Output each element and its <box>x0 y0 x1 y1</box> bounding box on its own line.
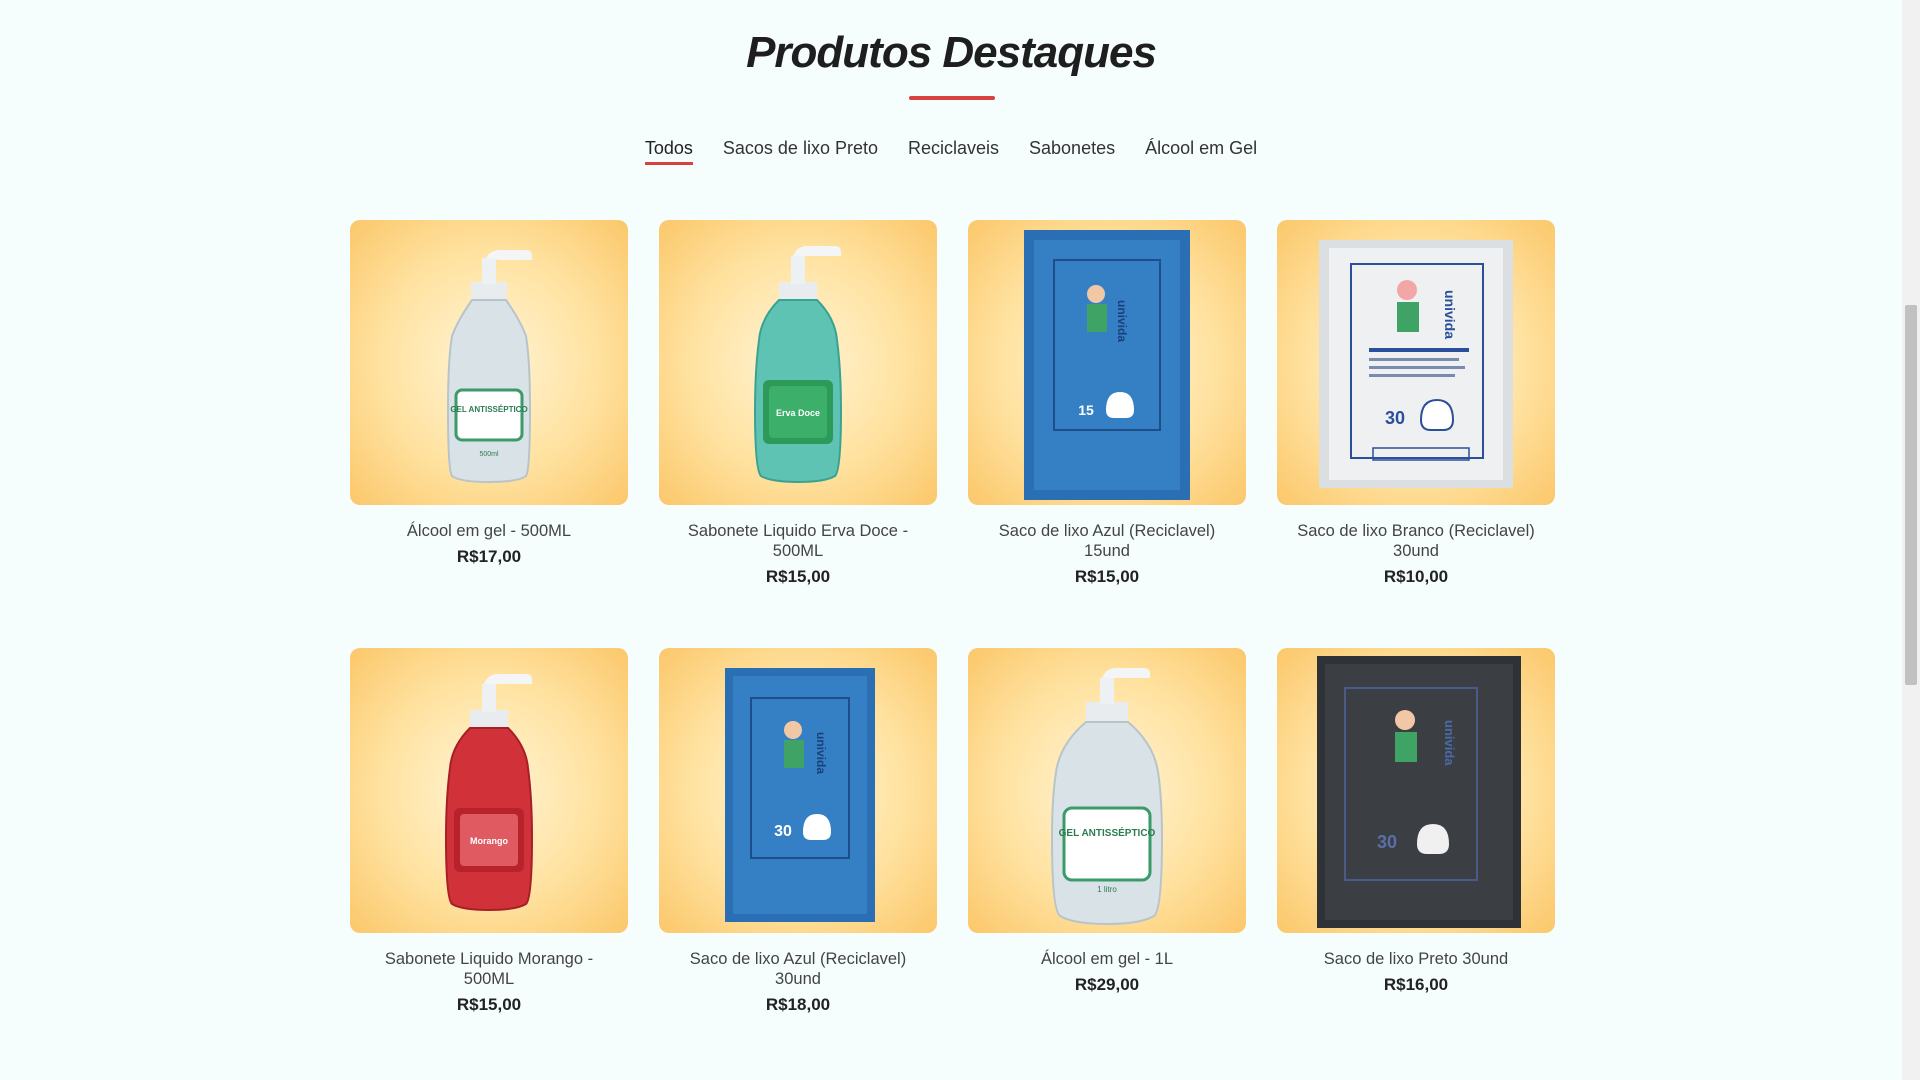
svg-text:GEL ANTISSÉPTICO: GEL ANTISSÉPTICO <box>1059 826 1156 839</box>
product-card[interactable]: GEL ANTISSÉPTICO 1 litro Álcool em gel -… <box>968 648 1246 1076</box>
product-card[interactable]: univida 30 Saco de lixo Azul (Reciclavel… <box>659 648 937 1076</box>
green-soap-bottle-icon: Erva Doce <box>753 246 843 484</box>
product-price: R$15,00 <box>456 995 522 1014</box>
product-image[interactable]: GEL ANTISSÉPTICO 1 litro <box>968 648 1246 933</box>
product-grid: GEL ANTISSÉPTICO 500ml Álcool em gel - 5… <box>350 220 1555 1076</box>
tab-sacos-de-lixo-preto[interactable]: Sacos de lixo Preto <box>723 138 878 165</box>
filter-tabs: Todos Sacos de lixo Preto Reciclaveis Sa… <box>0 138 1902 165</box>
red-soap-bottle-icon: Morango <box>444 674 534 912</box>
product-price: R$17,00 <box>456 547 522 566</box>
product-name[interactable]: Álcool em gel - 1L <box>976 949 1238 969</box>
product-price: R$16,00 <box>1383 975 1449 994</box>
product-card[interactable]: univida 30 Saco de lixo Branco (Reciclav… <box>1277 220 1555 648</box>
svg-text:1 litro: 1 litro <box>1097 885 1117 894</box>
product-name[interactable]: Sabonete Liquido Morango - 500ML <box>358 949 620 989</box>
product-image[interactable]: univida 30 <box>1277 648 1555 933</box>
product-price: R$15,00 <box>765 567 831 586</box>
product-name[interactable]: Sabonete Liquido Erva Doce - 500ML <box>667 521 929 561</box>
product-card[interactable]: Morango Sabonete Liquido Morango - 500ML… <box>350 648 628 1076</box>
white-trash-bag-icon: univida 30 <box>1319 240 1513 488</box>
blue-trash-bag-icon: univida 30 <box>725 668 875 922</box>
product-price: R$15,00 <box>1074 567 1140 586</box>
product-name[interactable]: Saco de lixo Branco (Reciclavel) 30und <box>1285 521 1547 561</box>
svg-text:30: 30 <box>1385 408 1405 428</box>
product-price: R$29,00 <box>1074 975 1140 994</box>
product-image[interactable]: univida 15 <box>968 220 1246 505</box>
product-card[interactable]: GEL ANTISSÉPTICO 500ml Álcool em gel - 5… <box>350 220 628 648</box>
tab-alcool-em-gel[interactable]: Álcool em Gel <box>1145 138 1257 165</box>
svg-text:univida: univida <box>1115 300 1129 342</box>
title-underline <box>909 96 995 100</box>
tab-sabonetes[interactable]: Sabonetes <box>1029 138 1115 165</box>
clear-gel-bottle-icon: GEL ANTISSÉPTICO 500ml <box>446 250 532 484</box>
product-name[interactable]: Saco de lixo Azul (Reciclavel) 30und <box>667 949 929 989</box>
svg-text:15: 15 <box>1078 402 1094 418</box>
product-name[interactable]: Saco de lixo Preto 30und <box>1285 949 1547 969</box>
section-title: Produtos Destaques <box>746 28 1157 77</box>
blue-trash-bag-icon: univida 15 <box>1024 230 1190 500</box>
product-card[interactable]: univida 15 Saco de lixo Azul (Reciclavel… <box>968 220 1246 648</box>
product-card[interactable]: Erva Doce Sabonete Liquido Erva Doce - 5… <box>659 220 937 648</box>
product-name[interactable]: Saco de lixo Azul (Reciclavel) 15und <box>976 521 1238 561</box>
svg-text:univida: univida <box>1442 720 1457 766</box>
black-trash-bag-icon: univida 30 <box>1317 656 1521 928</box>
page: Produtos Destaques Todos Sacos de lixo P… <box>0 0 1902 1080</box>
product-image[interactable]: univida 30 <box>1277 220 1555 505</box>
product-image[interactable]: Morango <box>350 648 628 933</box>
scrollbar[interactable] <box>1902 0 1920 1080</box>
svg-text:GEL ANTISSÉPTICO: GEL ANTISSÉPTICO <box>450 405 527 414</box>
product-name[interactable]: Álcool em gel - 500ML <box>358 521 620 541</box>
svg-text:Morango: Morango <box>470 836 508 846</box>
product-image[interactable]: GEL ANTISSÉPTICO 500ml <box>350 220 628 505</box>
svg-text:30: 30 <box>774 823 792 840</box>
product-price: R$10,00 <box>1383 567 1449 586</box>
scrollbar-thumb[interactable] <box>1905 305 1917 685</box>
product-price: R$18,00 <box>765 995 831 1014</box>
svg-text:500ml: 500ml <box>479 451 499 458</box>
product-image[interactable]: Erva Doce <box>659 220 937 505</box>
svg-text:univida: univida <box>814 732 828 774</box>
tab-reciclaveis[interactable]: Reciclaveis <box>908 138 999 165</box>
product-card[interactable]: univida 30 Saco de lixo Preto 30und R$16… <box>1277 648 1555 1076</box>
svg-text:30: 30 <box>1377 832 1397 852</box>
svg-text:Erva Doce: Erva Doce <box>776 408 820 418</box>
svg-text:univida: univida <box>1442 290 1458 339</box>
tab-todos[interactable]: Todos <box>644 138 693 165</box>
large-gel-bottle-icon: GEL ANTISSÉPTICO 1 litro <box>1050 668 1164 926</box>
product-image[interactable]: univida 30 <box>659 648 937 933</box>
